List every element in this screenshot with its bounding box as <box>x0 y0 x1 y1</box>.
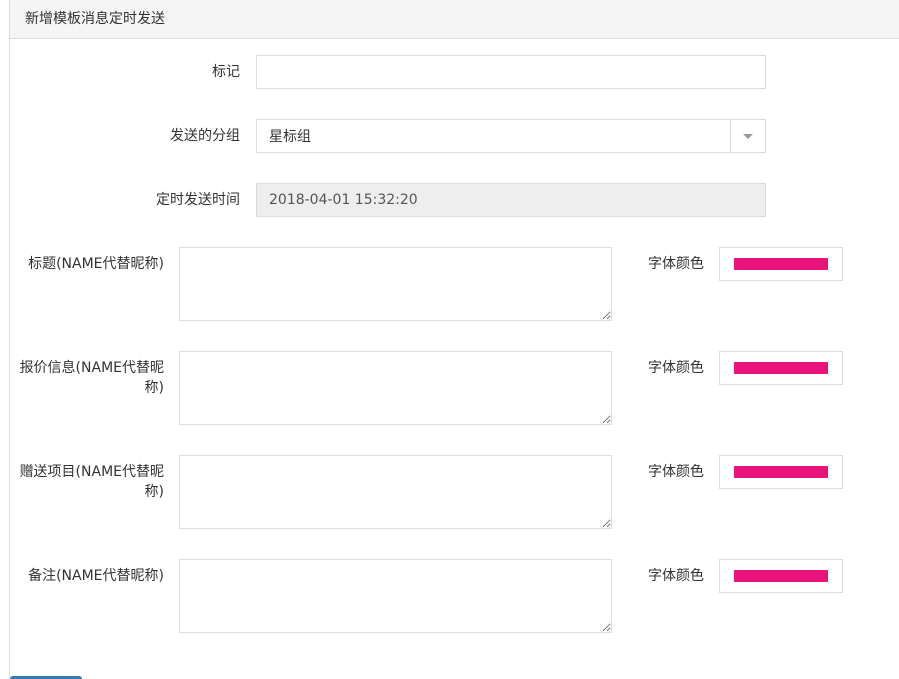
title-textarea[interactable] <box>179 247 612 321</box>
price-info-label-line1: 报价信息(NAME代替昵 <box>19 360 164 376</box>
chevron-down-icon[interactable] <box>743 134 753 139</box>
remark-label: 备注(NAME代替昵称) <box>28 568 164 584</box>
title-color-picker[interactable] <box>719 247 843 281</box>
price-info-color-picker[interactable] <box>719 351 843 385</box>
gift-items-label-line2: 称) <box>144 484 164 500</box>
page-title: 新增模板消息定时发送 <box>25 11 165 27</box>
remark-textarea[interactable] <box>179 559 612 633</box>
price-info-textarea[interactable] <box>179 351 612 425</box>
remark-color-picker[interactable] <box>719 559 843 593</box>
group-label: 发送的分组 <box>170 128 240 144</box>
price-info-label-line2: 称) <box>144 380 164 396</box>
price-info-color-label: 字体颜色 <box>648 360 704 376</box>
mark-input[interactable] <box>256 55 766 89</box>
send-time-label: 定时发送时间 <box>156 192 240 208</box>
group-select[interactable]: 星标组 <box>256 119 766 153</box>
gift-items-textarea[interactable] <box>179 455 612 529</box>
price-info-color-swatch <box>734 362 828 374</box>
gift-items-color-picker[interactable] <box>719 455 843 489</box>
select-divider <box>730 120 731 152</box>
mark-label: 标记 <box>212 64 240 80</box>
panel-header: 新增模板消息定时发送 <box>10 0 899 39</box>
group-select-value: 星标组 <box>269 129 311 145</box>
gift-items-label-line1: 赠送项目(NAME代替昵 <box>19 464 164 480</box>
title-color-label: 字体颜色 <box>648 256 704 272</box>
title-label: 标题(NAME代替昵称) <box>28 256 164 272</box>
send-time-field: 2018-04-01 15:32:20 <box>256 183 766 217</box>
title-color-swatch <box>734 258 828 270</box>
remark-color-label: 字体颜色 <box>648 568 704 584</box>
gift-items-color-swatch <box>734 466 828 478</box>
remark-color-swatch <box>734 570 828 582</box>
gift-items-color-label: 字体颜色 <box>648 464 704 480</box>
